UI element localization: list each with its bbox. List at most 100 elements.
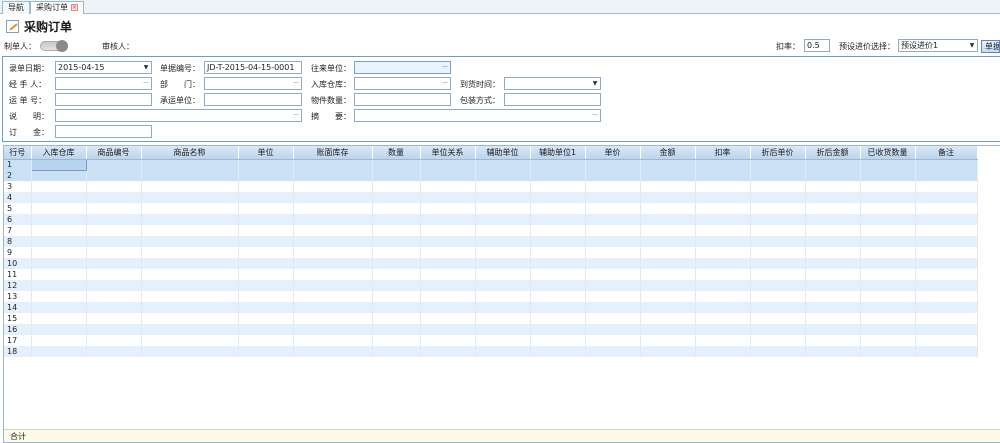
table-cell[interactable] — [640, 236, 696, 247]
table-cell[interactable] — [420, 247, 476, 258]
table-cell[interactable] — [86, 302, 142, 313]
table-cell[interactable] — [530, 192, 586, 203]
table-cell[interactable] — [293, 269, 373, 280]
table-cell[interactable] — [293, 324, 373, 335]
unit-button[interactable]: 单据 — [981, 40, 1000, 53]
table-cell[interactable] — [293, 346, 373, 357]
warehouse-input[interactable]: ··· — [354, 77, 451, 90]
table-cell[interactable] — [86, 335, 142, 346]
table-cell[interactable] — [915, 170, 978, 181]
table-cell[interactable] — [915, 346, 978, 357]
table-cell[interactable] — [475, 203, 531, 214]
table-cell[interactable] — [238, 159, 294, 170]
table-cell[interactable] — [530, 346, 586, 357]
table-cell[interactable] — [238, 291, 294, 302]
ellipsis-icon[interactable]: ··· — [291, 78, 301, 89]
column-header[interactable]: 折后单价 — [750, 146, 806, 160]
table-cell[interactable] — [372, 291, 421, 302]
table-cell[interactable] — [31, 192, 87, 203]
column-header[interactable]: 辅助单位1 — [530, 146, 586, 160]
table-cell[interactable] — [141, 302, 239, 313]
waybill-input[interactable] — [55, 93, 152, 106]
tab-purchase-order[interactable]: 采购订单 × — [30, 1, 84, 14]
table-cell[interactable] — [915, 214, 978, 225]
table-cell[interactable] — [141, 225, 239, 236]
table-cell[interactable] — [475, 236, 531, 247]
table-cell[interactable] — [915, 291, 978, 302]
table-cell[interactable] — [585, 192, 641, 203]
table-cell[interactable] — [420, 269, 476, 280]
table-cell[interactable] — [141, 247, 239, 258]
table-cell[interactable] — [372, 346, 421, 357]
table-cell[interactable] — [750, 181, 806, 192]
table-cell[interactable] — [475, 313, 531, 324]
chevron-down-icon[interactable]: ▼ — [967, 40, 977, 51]
table-cell[interactable] — [695, 236, 751, 247]
table-cell[interactable] — [915, 203, 978, 214]
table-cell[interactable] — [585, 236, 641, 247]
table-cell[interactable] — [293, 225, 373, 236]
table-cell[interactable] — [915, 192, 978, 203]
table-cell[interactable] — [238, 170, 294, 181]
close-icon[interactable]: × — [71, 4, 78, 11]
column-header[interactable]: 备注 — [915, 146, 978, 160]
table-cell[interactable] — [475, 291, 531, 302]
table-cell[interactable] — [86, 225, 142, 236]
table-row[interactable]: 12 — [4, 280, 978, 291]
table-cell[interactable] — [695, 335, 751, 346]
table-cell[interactable] — [238, 203, 294, 214]
table-cell[interactable] — [475, 181, 531, 192]
table-cell[interactable] — [86, 313, 142, 324]
table-cell[interactable] — [860, 258, 916, 269]
table-cell[interactable] — [475, 258, 531, 269]
table-cell[interactable] — [31, 302, 87, 313]
item-count-input[interactable] — [354, 93, 451, 106]
table-cell[interactable] — [293, 335, 373, 346]
table-cell[interactable] — [475, 269, 531, 280]
table-row[interactable]: 11 — [4, 269, 978, 280]
column-header[interactable]: 辅助单位 — [475, 146, 531, 160]
table-cell[interactable] — [141, 203, 239, 214]
table-cell[interactable] — [585, 258, 641, 269]
table-cell[interactable] — [640, 203, 696, 214]
table-cell[interactable] — [750, 203, 806, 214]
table-cell[interactable] — [238, 280, 294, 291]
table-cell[interactable] — [475, 225, 531, 236]
table-cell[interactable] — [750, 302, 806, 313]
table-row[interactable]: 1 — [4, 158, 978, 171]
table-cell[interactable] — [640, 302, 696, 313]
table-cell[interactable] — [530, 335, 586, 346]
table-cell[interactable] — [585, 247, 641, 258]
preset-price-select[interactable]: 预设进价1 ▼ — [898, 39, 978, 52]
table-cell[interactable] — [805, 192, 861, 203]
note-input[interactable]: ··· — [55, 109, 302, 122]
table-cell[interactable] — [475, 302, 531, 313]
table-cell[interactable] — [860, 291, 916, 302]
table-cell[interactable] — [750, 159, 806, 170]
table-cell[interactable] — [420, 302, 476, 313]
table-cell[interactable] — [372, 269, 421, 280]
table-cell[interactable] — [530, 225, 586, 236]
table-cell[interactable] — [695, 203, 751, 214]
table-cell[interactable] — [750, 170, 806, 181]
table-cell[interactable] — [640, 346, 696, 357]
table-cell[interactable] — [238, 258, 294, 269]
table-cell[interactable] — [475, 170, 531, 181]
table-cell[interactable] — [293, 302, 373, 313]
table-cell[interactable] — [640, 181, 696, 192]
table-cell[interactable] — [86, 192, 142, 203]
table-cell[interactable] — [293, 181, 373, 192]
table-cell[interactable] — [530, 159, 586, 170]
table-cell[interactable] — [372, 170, 421, 181]
table-cell[interactable] — [530, 313, 586, 324]
table-row[interactable]: 14 — [4, 302, 978, 313]
table-cell[interactable] — [293, 214, 373, 225]
table-cell[interactable] — [238, 236, 294, 247]
table-cell[interactable] — [750, 214, 806, 225]
table-cell[interactable] — [420, 159, 476, 170]
table-cell[interactable] — [750, 324, 806, 335]
deposit-input[interactable] — [55, 125, 152, 138]
table-cell[interactable] — [750, 236, 806, 247]
table-cell[interactable] — [420, 346, 476, 357]
table-cell[interactable] — [86, 159, 142, 170]
